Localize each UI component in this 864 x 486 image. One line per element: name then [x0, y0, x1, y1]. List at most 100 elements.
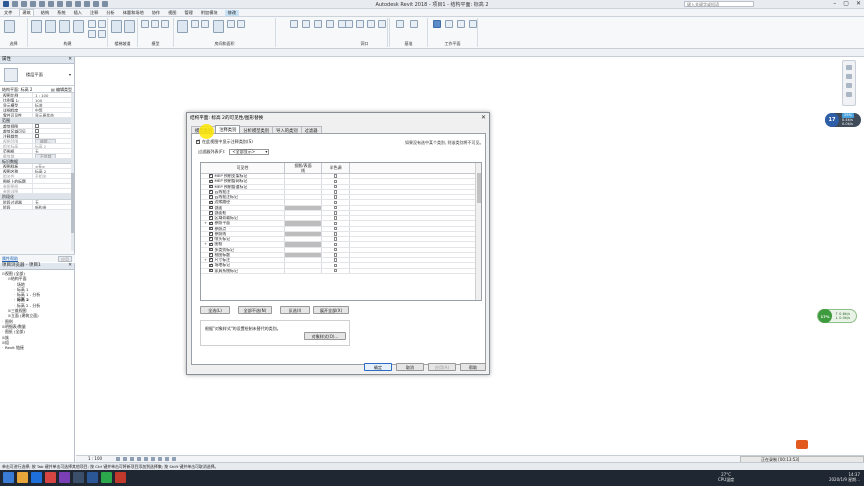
- tag-room-icon[interactable]: [201, 20, 209, 28]
- halftone-checkbox-icon[interactable]: [333, 268, 338, 273]
- browser-item[interactable]: · Revit 链接: [0, 345, 74, 350]
- expand-all-button[interactable]: 展开全部(X): [313, 306, 349, 314]
- filter-select[interactable]: <全部显示>: [229, 149, 270, 155]
- wall-opening-icon[interactable]: [367, 20, 375, 28]
- zoom-icon[interactable]: [846, 74, 852, 79]
- property-value[interactable]: [33, 184, 74, 188]
- reveal-hidden-icon[interactable]: [172, 457, 176, 461]
- opening-face-icon[interactable]: [345, 20, 353, 28]
- property-value[interactable]: 显示原状态: [33, 113, 74, 117]
- halftone-checkbox-icon[interactable]: [333, 174, 338, 178]
- area-icon[interactable]: [213, 20, 224, 33]
- tab-2[interactable]: 结构: [40, 10, 50, 16]
- halftone-checkbox-icon[interactable]: [333, 242, 338, 247]
- app-icon[interactable]: [73, 472, 84, 483]
- property-button[interactable]: 编辑...: [35, 138, 57, 143]
- projection-line-cell[interactable]: [285, 258, 322, 263]
- property-value[interactable]: <无>: [33, 164, 74, 168]
- model-tool-icon[interactable]: [326, 20, 334, 28]
- checkbox-checked-icon[interactable]: [209, 221, 213, 226]
- checkbox-checked-icon[interactable]: [209, 253, 213, 257]
- projection-line-cell[interactable]: [285, 179, 322, 184]
- grid-scrollbar[interactable]: [475, 163, 481, 300]
- checkbox-checked-icon[interactable]: [209, 216, 213, 220]
- tab-11[interactable]: 附加模块: [200, 10, 219, 16]
- component-icon[interactable]: [73, 20, 84, 33]
- expand-icon[interactable]: +: [204, 242, 207, 246]
- door-icon[interactable]: [45, 20, 56, 33]
- checkbox-checked-icon[interactable]: [209, 190, 213, 194]
- area-boundary-icon[interactable]: [227, 20, 235, 28]
- checkbox-checked-icon[interactable]: [209, 174, 213, 178]
- instance-selector[interactable]: 结构平面: 标高 2 ▤ 编辑类型: [0, 86, 74, 93]
- model-text-icon[interactable]: [141, 20, 149, 28]
- tag-area-icon[interactable]: [237, 20, 245, 28]
- object-styles-button[interactable]: 对象样式(O)...: [304, 332, 346, 340]
- projection-line-cell[interactable]: [285, 200, 322, 205]
- halftone-checkbox-icon[interactable]: [333, 205, 338, 210]
- network-speed-widget[interactable]: 17% ↑ 0.6k/s ↓ 0.0k/s: [817, 309, 857, 323]
- halftone-checkbox-icon[interactable]: [333, 190, 338, 194]
- window-icon[interactable]: [59, 20, 70, 33]
- projection-line-cell[interactable]: [285, 268, 322, 273]
- wechat-icon[interactable]: [101, 472, 112, 483]
- invert-button[interactable]: 反选(I): [280, 306, 310, 314]
- tab-0[interactable]: 文件: [3, 10, 13, 16]
- room-separator-icon[interactable]: [191, 20, 199, 28]
- halftone-checkbox-icon[interactable]: [333, 184, 338, 189]
- tab-6[interactable]: 分析: [105, 10, 115, 16]
- projection-line-cell[interactable]: [285, 216, 322, 221]
- file-explorer-icon[interactable]: [17, 472, 28, 483]
- wall-icon[interactable]: [31, 20, 42, 33]
- performance-widget[interactable]: 17 29% 0.4k/s 0.0k/s: [825, 113, 861, 127]
- app-icon[interactable]: [45, 472, 56, 483]
- checkbox-checked-icon[interactable]: [209, 263, 213, 268]
- properties-help-link[interactable]: 属性帮助: [2, 256, 18, 261]
- tab-9[interactable]: 视图: [167, 10, 177, 16]
- shadows-icon[interactable]: [137, 457, 141, 461]
- search-input[interactable]: 键入关键字或短语: [684, 1, 754, 7]
- orbit-icon[interactable]: [846, 92, 852, 97]
- property-value[interactable]: [33, 179, 74, 183]
- projection-line-cell[interactable]: [285, 195, 322, 200]
- close-icon[interactable]: ✕: [481, 114, 486, 121]
- onenote-icon[interactable]: [59, 472, 70, 483]
- checkbox-icon[interactable]: [35, 129, 39, 133]
- show-crop-icon[interactable]: [151, 457, 155, 461]
- property-button[interactable]: 不剪裁: [35, 153, 57, 158]
- halftone-checkbox-icon[interactable]: [333, 226, 338, 231]
- halftone-checkbox-icon[interactable]: [333, 232, 338, 236]
- cancel-button[interactable]: 取消: [396, 363, 424, 371]
- checkbox-checked-icon[interactable]: [209, 227, 213, 231]
- projection-line-cell[interactable]: [285, 174, 322, 179]
- projection-line-cell[interactable]: [285, 189, 322, 194]
- property-value[interactable]: 100: [33, 98, 74, 102]
- ramp-icon[interactable]: [124, 20, 135, 33]
- property-value[interactable]: [33, 124, 74, 128]
- show-workplane-icon[interactable]: [445, 20, 453, 28]
- minimize-icon[interactable]: –: [833, 0, 836, 7]
- property-value[interactable]: 标高 2: [33, 169, 74, 173]
- property-value[interactable]: [33, 189, 74, 193]
- property-value[interactable]: 不剪裁: [33, 153, 74, 158]
- halftone-checkbox-icon[interactable]: [333, 247, 338, 252]
- property-value[interactable]: 无: [33, 200, 74, 204]
- modify-icon[interactable]: [4, 20, 15, 33]
- property-value[interactable]: [33, 129, 74, 133]
- halftone-checkbox-icon[interactable]: [333, 221, 338, 226]
- category-row[interactable]: 家具系统标记: [201, 268, 475, 274]
- tab-10[interactable]: 管理: [183, 10, 193, 16]
- property-value[interactable]: 标高 2: [33, 144, 74, 148]
- viewer-icon[interactable]: [469, 20, 477, 28]
- tab-12[interactable]: 修改: [224, 9, 240, 16]
- property-row[interactable]: 阶段 新构造: [0, 204, 74, 210]
- help-button[interactable]: 帮助: [460, 363, 486, 371]
- tab-5[interactable]: 注释: [89, 10, 99, 16]
- close-icon[interactable]: ✕: [68, 263, 72, 269]
- halftone-checkbox-icon[interactable]: [333, 237, 338, 241]
- property-value[interactable]: 中等: [33, 108, 74, 112]
- stair-icon[interactable]: [111, 20, 122, 33]
- apply-button[interactable]: 应用(A): [428, 363, 456, 371]
- tab-8[interactable]: 协作: [151, 10, 161, 16]
- checkbox-checked-icon[interactable]: [209, 232, 213, 236]
